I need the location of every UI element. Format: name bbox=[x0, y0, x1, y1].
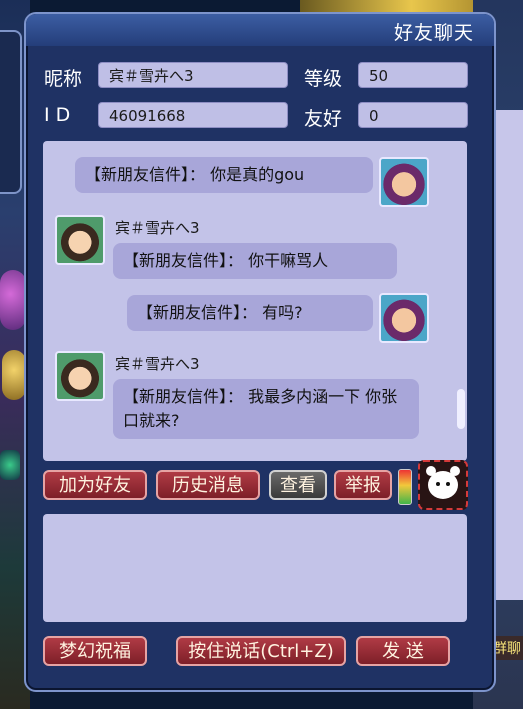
scene-plant-icon bbox=[0, 450, 20, 480]
nickname-field: 宾＃雪卉へ3 bbox=[98, 62, 288, 88]
id-label: I D bbox=[44, 104, 71, 126]
message-bubble-self: 【新朋友信件】： 你是真的gou bbox=[75, 157, 373, 193]
chat-scrollbar[interactable] bbox=[457, 389, 465, 429]
message-input[interactable] bbox=[43, 514, 467, 622]
friend-avatar[interactable] bbox=[55, 351, 105, 401]
emoji-eye bbox=[446, 482, 450, 486]
emoji-eye bbox=[436, 482, 440, 486]
message-bubble-self: 【新朋友信件】： 有吗? bbox=[127, 295, 373, 331]
self-avatar[interactable] bbox=[379, 157, 429, 207]
message-bubble-friend: 【新朋友信件】： 你干嘛骂人 bbox=[113, 243, 397, 279]
level-label: 等级 bbox=[304, 68, 343, 90]
scene-character-icon bbox=[2, 350, 26, 400]
blessing-button[interactable]: 梦幻祝福 bbox=[43, 636, 147, 666]
emoji-button[interactable] bbox=[418, 460, 468, 510]
scene-flower-icon bbox=[0, 270, 26, 330]
level-field: 50 bbox=[358, 62, 468, 88]
send-button[interactable]: 发 送 bbox=[356, 636, 450, 666]
friend-chat-window: 好友聊天 昵称 宾＃雪卉へ3 等级 50 I D 46091668 友好 0 【… bbox=[24, 12, 496, 692]
friend-avatar[interactable] bbox=[55, 215, 105, 265]
left-panel-edge bbox=[0, 30, 22, 194]
friendship-field: 0 bbox=[358, 102, 468, 128]
view-button[interactable]: 查看 bbox=[269, 470, 327, 500]
title-bar[interactable]: 好友聊天 bbox=[26, 14, 494, 46]
nickname-label: 昵称 bbox=[44, 68, 83, 90]
id-field: 46091668 bbox=[98, 102, 288, 128]
self-avatar[interactable] bbox=[379, 293, 429, 343]
voice-level-meter bbox=[398, 469, 412, 505]
history-button[interactable]: 历史消息 bbox=[156, 470, 260, 500]
sender-name: 宾＃雪卉へ3 bbox=[115, 355, 200, 373]
report-button[interactable]: 举报 bbox=[334, 470, 392, 500]
chat-history[interactable]: 【新朋友信件】： 你是真的gou 宾＃雪卉へ3 【新朋友信件】： 你干嘛骂人 【… bbox=[43, 141, 467, 461]
friendship-label: 友好 bbox=[304, 108, 343, 130]
emoji-icon bbox=[426, 466, 460, 499]
add-friend-button[interactable]: 加为好友 bbox=[43, 470, 147, 500]
message-bubble-friend: 【新朋友信件】： 我最多内涵一下 你张口就来? bbox=[113, 379, 419, 439]
window-title: 好友聊天 bbox=[393, 22, 474, 44]
push-to-talk-button[interactable]: 按住说话(Ctrl+Z) bbox=[176, 636, 346, 666]
sender-name: 宾＃雪卉へ3 bbox=[115, 219, 200, 237]
